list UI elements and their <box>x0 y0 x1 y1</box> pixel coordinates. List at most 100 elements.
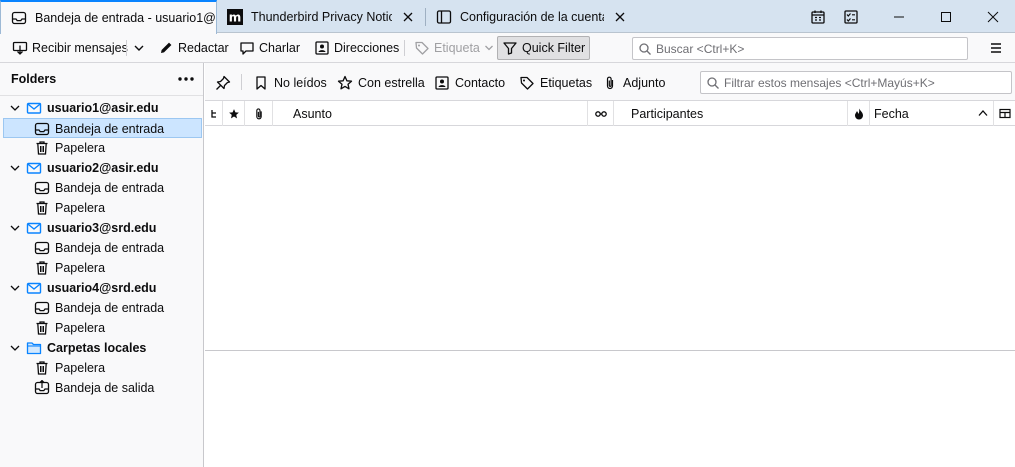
folder-account[interactable]: usuario2@asir.edu <box>0 158 203 178</box>
junk-status-column[interactable] <box>848 101 870 126</box>
thread-column[interactable] <box>205 101 223 126</box>
thread-column-header: Asunto Participantes Fecha <box>205 101 1015 126</box>
chevron-down-icon[interactable] <box>9 162 21 174</box>
attachment-filter-button[interactable]: Adjunto <box>602 71 665 95</box>
thread-icon <box>210 109 218 119</box>
folder-inbox[interactable]: Bandeja de entrada <box>3 118 202 138</box>
folder-trash[interactable]: Papelera <box>0 198 203 218</box>
get-messages-button[interactable]: Recibir mensajes <box>8 36 132 60</box>
get-messages-label: Recibir mensajes <box>32 41 128 55</box>
folder-account[interactable]: usuario3@srd.edu <box>0 218 203 238</box>
tab-inbox[interactable]: Bandeja de entrada - usuario1@asir.edu <box>0 0 217 34</box>
participants-column[interactable]: Participantes <box>614 101 848 126</box>
folder-inbox[interactable]: Bandeja de entrada <box>0 178 203 198</box>
folder-inbox[interactable]: Bandeja de entrada <box>0 238 203 258</box>
tasks-icon[interactable] <box>836 0 866 33</box>
tab-label: Bandeja de entrada - usuario1@asir.edu <box>35 11 216 25</box>
folder-local[interactable]: Carpetas locales <box>0 338 203 358</box>
sticky-filter-button[interactable] <box>215 71 236 95</box>
quick-filter-button[interactable]: Quick Filter <box>497 36 591 60</box>
folder-tree: usuario1@asir.edu Bandeja de entrada Papel… <box>0 96 203 398</box>
tag-button[interactable]: Etiqueta <box>410 36 502 60</box>
star-icon <box>228 108 240 120</box>
tab-label: Thunderbird Privacy Notice <box>251 9 392 24</box>
hamburger-icon <box>988 40 1008 56</box>
tab-account-settings[interactable]: Configuración de la cuenta <box>426 0 636 33</box>
folder-outbox[interactable]: Bandeja de salida <box>0 378 203 398</box>
close-window-icon[interactable] <box>978 0 1008 33</box>
folder-inbox[interactable]: Bandeja de entrada <box>0 298 203 318</box>
thread-list[interactable] <box>205 126 1015 350</box>
participants-column-label: Participantes <box>631 106 704 121</box>
app-menu-button[interactable] <box>984 36 1012 60</box>
folder-trash[interactable]: Papelera <box>0 358 203 378</box>
more-options-icon[interactable] <box>177 72 195 86</box>
outbox-icon <box>34 380 50 396</box>
mozilla-m-icon: m <box>227 8 243 25</box>
read-status-column[interactable] <box>588 101 614 126</box>
folder-label: usuario4@srd.edu <box>47 281 157 295</box>
attachment-column[interactable] <box>245 101 273 126</box>
maximize-icon[interactable] <box>931 0 961 33</box>
chat-label: Charlar <box>259 41 300 55</box>
column-picker[interactable] <box>994 101 1015 126</box>
chat-button[interactable]: Charlar <box>235 36 304 60</box>
filter-icon <box>502 40 522 56</box>
chevron-down-icon[interactable] <box>9 222 21 234</box>
filter-messages-input[interactable] <box>724 75 1011 90</box>
folder-account[interactable]: usuario1@asir.edu <box>0 98 203 118</box>
pencil-icon <box>158 40 178 56</box>
account-mail-icon <box>26 220 42 236</box>
starred-filter-button[interactable]: Con estrella <box>337 71 425 95</box>
folder-label: Bandeja de salida <box>55 381 155 395</box>
tag-icon <box>519 75 540 91</box>
tag-label: Etiqueta <box>434 41 480 55</box>
inbox-icon <box>34 240 50 256</box>
download-icon <box>12 40 32 56</box>
calendar-icon[interactable] <box>803 0 833 33</box>
quick-filter-bar: No leídos Con estrella Contacto Etiqueta… <box>205 63 1015 101</box>
contact-filter-button[interactable]: Contacto <box>434 71 505 95</box>
tags-label: Etiquetas <box>540 76 593 90</box>
tags-filter-button[interactable]: Etiquetas <box>519 71 592 95</box>
folder-label: Bandeja de entrada <box>55 241 165 255</box>
subject-column[interactable]: Asunto <box>273 101 588 126</box>
chevron-down-icon[interactable] <box>9 102 21 114</box>
folder-account[interactable]: usuario4@srd.edu <box>0 278 203 298</box>
folder-label: Papelera <box>55 261 106 275</box>
minimize-icon[interactable] <box>884 0 914 33</box>
search-input[interactable] <box>656 41 967 56</box>
folder-label: Papelera <box>55 361 106 375</box>
global-search[interactable] <box>632 37 968 60</box>
chevron-down-icon[interactable] <box>9 282 21 294</box>
tab-privacy-notice[interactable]: m Thunderbird Privacy Notice <box>217 0 424 33</box>
trash-icon <box>34 320 50 336</box>
toolbar-separator <box>126 40 127 56</box>
close-icon[interactable] <box>400 9 416 25</box>
trash-icon <box>34 140 50 156</box>
folder-trash[interactable]: Papelera <box>0 258 203 278</box>
inbox-icon <box>34 121 50 137</box>
trash-icon <box>34 260 50 276</box>
filter-messages-box[interactable] <box>700 71 1012 94</box>
write-button[interactable]: Redactar <box>154 36 233 60</box>
account-mail-icon <box>26 100 42 116</box>
unread-label: No leídos <box>274 76 327 90</box>
folder-trash[interactable]: Papelera <box>0 318 203 338</box>
unread-filter-button[interactable]: No leídos <box>253 71 327 95</box>
folder-label: Papelera <box>55 141 106 155</box>
star-column[interactable] <box>223 101 245 126</box>
account-settings-icon <box>436 9 452 25</box>
column-picker-icon <box>998 108 1011 120</box>
get-messages-dropdown[interactable] <box>129 36 153 60</box>
close-icon[interactable] <box>612 9 628 25</box>
write-label: Redactar <box>178 41 229 55</box>
folder-label: usuario1@asir.edu <box>47 101 159 115</box>
contact-label: Contacto <box>455 76 506 90</box>
chevron-down-icon[interactable] <box>9 342 21 354</box>
folder-pane: Folders usuario1@asir.edu Bandeja de entr… <box>0 63 204 467</box>
date-column[interactable]: Fecha <box>870 101 994 126</box>
bookmark-icon <box>253 75 274 91</box>
folder-trash[interactable]: Papelera <box>0 138 203 158</box>
address-book-button[interactable]: Direcciones <box>310 36 403 60</box>
